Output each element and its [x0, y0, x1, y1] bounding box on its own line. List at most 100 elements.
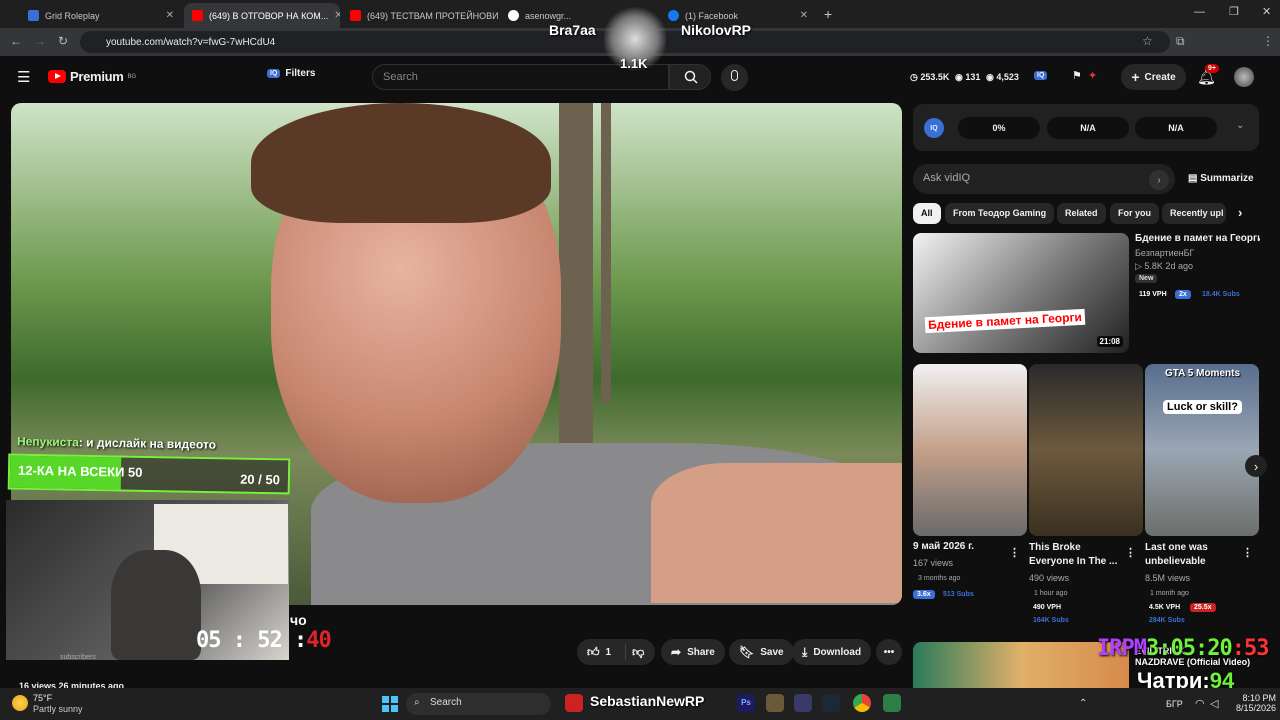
wifi-icon[interactable]: ◠	[1195, 697, 1205, 710]
taskbar-search[interactable]: ⌕ Search	[406, 693, 551, 715]
overlay-name-left: Bra7aa	[549, 22, 596, 38]
maximize-icon[interactable]: ❐	[1229, 5, 1239, 18]
featured-channel[interactable]: БезпартиенБГ	[1135, 248, 1194, 258]
hamburger-menu-icon[interactable]: ☰	[17, 68, 30, 86]
new-tab-icon[interactable]: +	[824, 6, 832, 22]
featured-meta: ▷ 5.8K 2d ago	[1135, 261, 1193, 271]
chrome-icon[interactable]	[853, 694, 871, 712]
tab-title: (649) ТЕСТВАМ ПРОТЕЙНОВИ...	[367, 10, 498, 21]
reload-icon[interactable]: ↻	[58, 34, 68, 48]
more-vert-icon[interactable]: ⋮	[1242, 546, 1253, 559]
chip-from-channel[interactable]: From Теодор Gaming	[945, 203, 1055, 224]
back-icon[interactable]: ←	[10, 34, 22, 48]
forward-icon[interactable]: →	[34, 34, 46, 48]
language-indicator[interactable]: БГР	[1166, 699, 1183, 709]
menu-dots-icon[interactable]: ⋮	[1262, 34, 1274, 48]
video-subject-hair	[251, 103, 551, 223]
notifications-button[interactable]: 🔔︎ 9+	[1197, 64, 1219, 87]
more-vert-icon[interactable]: ⋮	[1125, 546, 1136, 559]
youtube-taskbar-icon[interactable]	[565, 694, 583, 712]
bookmark-icon: 🔖︎	[739, 645, 755, 659]
vidiq-toolbar-icon[interactable]: IQ	[1034, 71, 1048, 80]
short-thumbnail[interactable]: GTA 5 Moments Luck or skill?	[1145, 364, 1259, 536]
minimize-icon[interactable]: —	[1194, 6, 1205, 18]
voice-search-button[interactable]	[721, 64, 748, 91]
tab-title: (1) Facebook	[685, 10, 739, 21]
like-button[interactable]: 👍︎ 1 👎︎	[577, 639, 655, 665]
thumbs-up-icon: 👍︎	[587, 644, 600, 659]
filters-button[interactable]: IQ Filters	[267, 68, 315, 79]
clock[interactable]: 8:10 PM 8/15/2026	[1236, 693, 1276, 713]
featured-video-title[interactable]: Бдение в памет на Георги	[1135, 233, 1260, 244]
short-title[interactable]: 9 май 2026 г.	[913, 541, 1011, 552]
rpm-seconds: :53	[1231, 636, 1270, 661]
weather-icon	[12, 695, 28, 711]
app-icon[interactable]	[794, 694, 812, 712]
goal-progress-bar: 12-КА НА ВСЕКИ 50 20 / 50	[7, 453, 291, 495]
close-icon[interactable]: ✕	[800, 10, 808, 21]
featured-video-thumbnail[interactable]: Бдение в памет на Георги 21:08	[913, 233, 1129, 353]
tab-grid-roleplay[interactable]: Grid Roleplay ✕	[20, 3, 182, 28]
tab-youtube-2[interactable]: (649) ТЕСТВАМ ПРОТЕЙНОВИ... ✕	[342, 3, 498, 28]
search-button[interactable]	[669, 64, 711, 90]
extensions-icon[interactable]: ⧉	[1176, 34, 1185, 49]
rpm-timer-overlay: IRPM3:05:20:53	[1097, 636, 1270, 661]
thumbs-down-icon[interactable]: 👎︎	[632, 645, 644, 660]
youtube-favicon-icon	[350, 10, 361, 21]
save-label: Save	[760, 646, 784, 658]
tab-title: asenowgr...	[525, 10, 572, 21]
short-views: 167 views	[913, 558, 954, 568]
short-thumbnail[interactable]	[1029, 364, 1143, 536]
summarize-button[interactable]: ▤ Summarize	[1188, 173, 1254, 184]
share-button[interactable]: ➦ Share	[661, 639, 725, 665]
chip-all[interactable]: All	[913, 203, 941, 224]
short-thumb-title: GTA 5 Moments	[1165, 368, 1241, 379]
download-button[interactable]: ⤓ Download	[792, 639, 872, 665]
avatar[interactable]	[1234, 67, 1254, 87]
search-icon: ⌕	[414, 697, 420, 708]
more-vert-icon[interactable]: ⋮	[1009, 546, 1020, 559]
youtube-logo[interactable]: Premium BG	[48, 69, 136, 84]
more-actions-button[interactable]: •••	[876, 639, 902, 665]
short-age: 1 month ago	[1150, 590, 1189, 597]
like-count: 1	[605, 646, 612, 658]
chevron-right-icon[interactable]: ›	[1238, 205, 1242, 220]
subs-badge: 513 Subs	[943, 591, 974, 598]
vidiq-tool-icon[interactable]: ⚑	[1072, 69, 1082, 82]
windows-start-icon[interactable]	[382, 696, 398, 712]
clock-date: 8/15/2026	[1236, 703, 1277, 713]
send-arrow-icon[interactable]: ›	[1149, 170, 1169, 190]
chip-for-you[interactable]: For you	[1110, 203, 1159, 224]
app-icon[interactable]	[766, 694, 784, 712]
vph-badge: 4.5K VPH	[1149, 604, 1181, 611]
tab-title: (649) В ОТГОВОР НА КОМ...	[209, 10, 329, 21]
close-window-icon[interactable]: ✕	[1262, 5, 1271, 18]
chip-recently-uploaded[interactable]: Recently upl	[1162, 203, 1226, 224]
tray-chevron-icon[interactable]: ⌃	[1079, 698, 1087, 709]
facebook-favicon-icon	[668, 10, 679, 21]
weather-temp[interactable]: 75°F	[33, 693, 52, 703]
short-title[interactable]: Last one was unbelievable	[1145, 541, 1243, 569]
notification-badge: 9+	[1205, 64, 1219, 73]
chip-related[interactable]: Related	[1057, 203, 1106, 224]
ask-vidiq-input[interactable]: Ask vidIQ	[913, 164, 1175, 194]
close-icon[interactable]: ✕	[334, 10, 340, 21]
chevron-down-icon[interactable]: ⌄	[1236, 120, 1244, 131]
steam-icon[interactable]	[822, 694, 840, 712]
short-title[interactable]: This Broke Everyone In The ...	[1029, 541, 1127, 569]
vidiq-metric-pill: N/A	[1135, 117, 1217, 139]
vidiq-alert-icon[interactable]: ✦	[1088, 69, 1097, 82]
create-button[interactable]: + Create	[1121, 64, 1186, 90]
youtube-favicon-icon	[192, 10, 203, 21]
overlay-streamer-name: SebastianNewRP	[590, 693, 705, 709]
bookmark-star-icon[interactable]: ☆	[1142, 34, 1153, 48]
shorts-next-icon[interactable]: ›	[1245, 455, 1267, 477]
short-thumbnail[interactable]	[913, 364, 1027, 536]
photoshop-icon[interactable]: Ps	[737, 694, 755, 712]
close-icon[interactable]: ✕	[166, 10, 174, 21]
volume-icon[interactable]: ◁	[1210, 697, 1218, 710]
tab-youtube-active[interactable]: (649) В ОТГОВОР НА КОМ... ✕	[184, 3, 340, 28]
save-button[interactable]: 🔖︎ Save	[729, 639, 794, 665]
app-icon[interactable]	[883, 694, 901, 712]
multiplier-badge: 25.5x	[1190, 603, 1216, 612]
